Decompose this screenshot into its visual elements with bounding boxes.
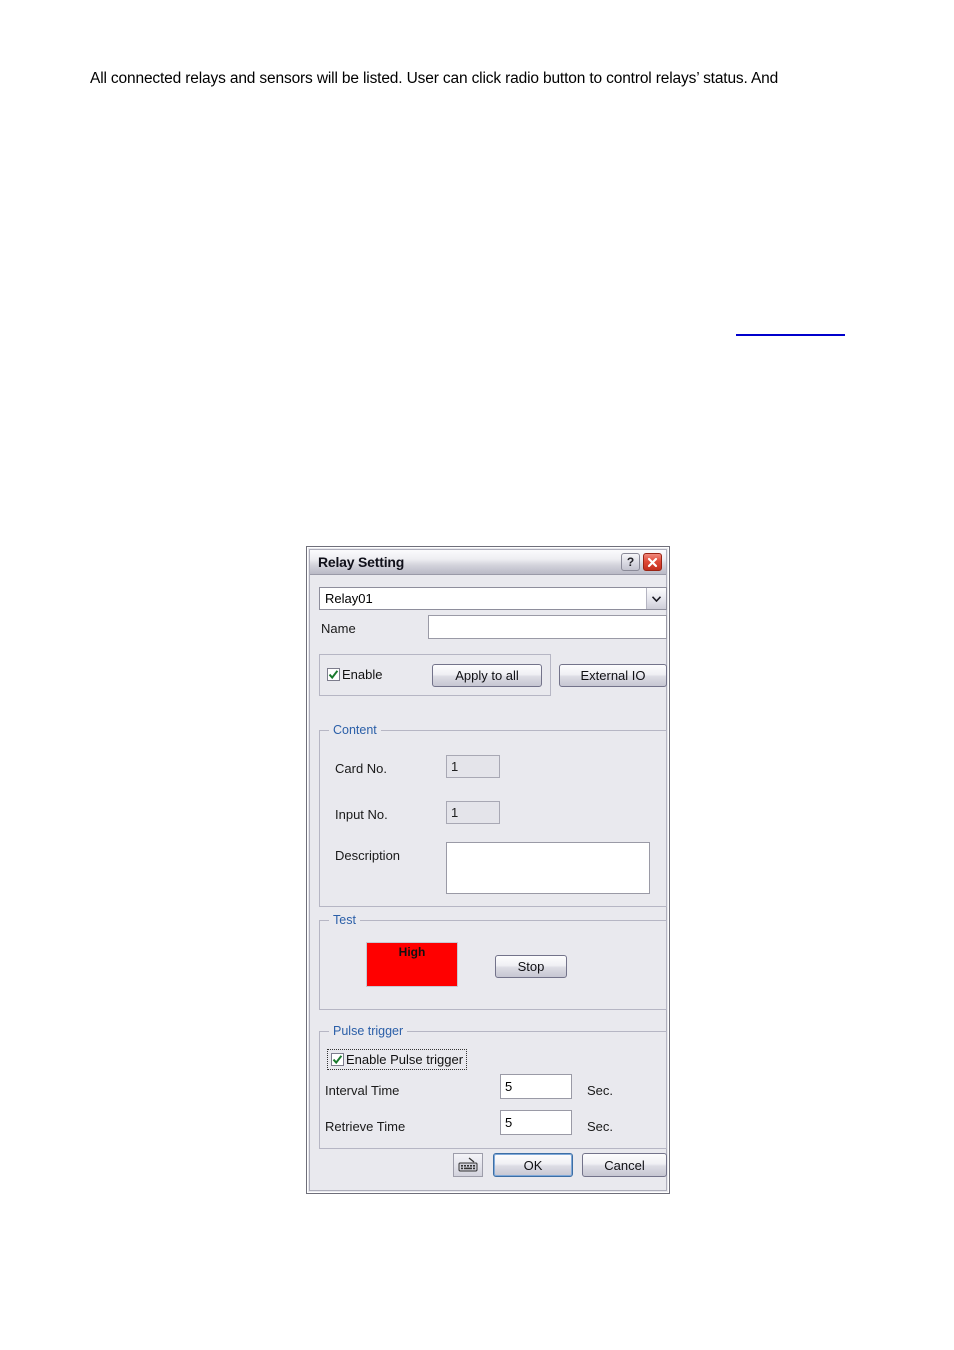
- interval-time-label: Interval Time: [325, 1083, 400, 1098]
- ok-button[interactable]: OK: [493, 1153, 573, 1177]
- enable-checkbox-box[interactable]: [327, 668, 340, 681]
- stop-button[interactable]: Stop: [495, 955, 567, 978]
- page-paragraph: All connected relays and sensors will be…: [90, 70, 779, 87]
- relay-select[interactable]: Relay01: [319, 587, 667, 610]
- relay-status-indicator: High: [366, 942, 458, 987]
- relay-select-value: Relay01: [325, 591, 373, 606]
- input-no-label: Input No.: [335, 807, 388, 822]
- chevron-down-icon[interactable]: [646, 588, 666, 609]
- description-textarea[interactable]: [446, 842, 650, 894]
- enable-checkbox[interactable]: Enable: [327, 667, 382, 682]
- interval-time-unit: Sec.: [587, 1083, 614, 1098]
- dialog-inner-frame: Relay Setting ? Relay01 Name Enable Appl…: [309, 549, 667, 1191]
- retrieve-time-input[interactable]: 5: [500, 1110, 572, 1135]
- retrieve-time-unit: Sec.: [587, 1119, 614, 1134]
- description-label: Description: [335, 848, 401, 863]
- name-label: Name: [321, 621, 356, 636]
- external-io-button[interactable]: External IO: [559, 664, 667, 687]
- help-button[interactable]: ?: [621, 553, 640, 571]
- enable-pulse-trigger-checkbox[interactable]: Enable Pulse trigger: [326, 1049, 468, 1070]
- apply-to-all-button[interactable]: Apply to all: [432, 664, 542, 687]
- interval-time-input[interactable]: 5: [500, 1074, 572, 1099]
- card-no-label: Card No.: [335, 761, 388, 776]
- input-no-input: 1: [446, 801, 500, 824]
- name-input[interactable]: [428, 615, 667, 639]
- test-groupbox-title: Test: [329, 913, 360, 927]
- titlebar-button-group: ?: [621, 553, 662, 571]
- cancel-button[interactable]: Cancel: [582, 1153, 667, 1177]
- hyperlink-underline-rule: [736, 334, 845, 336]
- enable-pulse-trigger-checkbox-box[interactable]: [331, 1053, 344, 1066]
- onscreen-keyboard-icon[interactable]: [453, 1153, 483, 1177]
- dialog-titlebar: Relay Setting ?: [310, 550, 666, 575]
- enable-pulse-trigger-label: Enable Pulse trigger: [346, 1052, 464, 1067]
- dialog-title: Relay Setting: [318, 554, 405, 570]
- close-button[interactable]: [643, 553, 662, 571]
- enable-checkbox-label: Enable: [342, 667, 383, 682]
- card-no-input: 1: [446, 755, 500, 778]
- pulse-trigger-groupbox-title: Pulse trigger: [329, 1024, 408, 1038]
- relay-setting-dialog: Relay Setting ? Relay01 Name Enable Appl…: [306, 546, 670, 1194]
- retrieve-time-label: Retrieve Time: [325, 1119, 406, 1134]
- content-groupbox-title: Content: [329, 723, 381, 737]
